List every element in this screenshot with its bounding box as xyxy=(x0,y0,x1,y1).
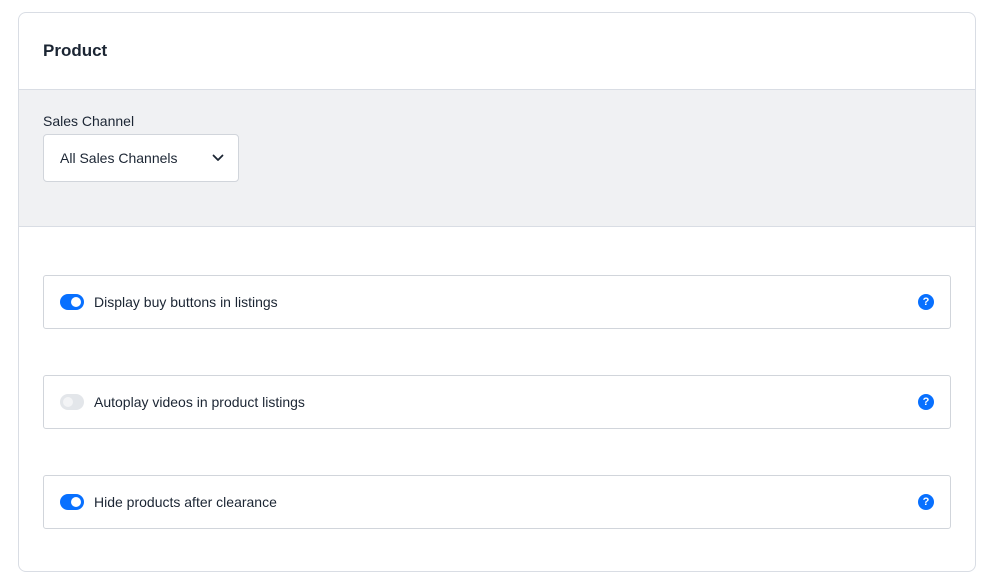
toggle-knob xyxy=(71,297,81,307)
help-icon[interactable]: ? xyxy=(918,494,934,510)
autoplay-videos-toggle[interactable] xyxy=(60,394,84,410)
chevron-down-icon xyxy=(212,152,224,164)
setting-hide-products-after-clearance: Hide products after clearance ? xyxy=(43,475,951,529)
toggle-knob xyxy=(63,397,73,407)
sales-channel-selected-value: All Sales Channels xyxy=(60,150,178,166)
display-buy-buttons-toggle[interactable] xyxy=(60,294,84,310)
sales-channel-toolbar: Sales Channel All Sales Channels xyxy=(19,90,975,227)
toggle-knob xyxy=(71,497,81,507)
settings-list: Display buy buttons in listings ? Autopl… xyxy=(19,227,975,529)
sales-channel-label: Sales Channel xyxy=(43,113,135,129)
sales-channel-select[interactable]: All Sales Channels xyxy=(43,134,239,182)
hide-products-toggle[interactable] xyxy=(60,494,84,510)
setting-display-buy-buttons: Display buy buttons in listings ? xyxy=(43,275,951,329)
product-settings-card: Product Sales Channel All Sales Channels… xyxy=(18,12,976,572)
setting-autoplay-videos: Autoplay videos in product listings ? xyxy=(43,375,951,429)
card-title: Product xyxy=(43,41,108,60)
setting-label: Hide products after clearance xyxy=(94,494,277,510)
card-header: Product xyxy=(19,13,975,90)
setting-label: Autoplay videos in product listings xyxy=(94,394,305,410)
help-icon[interactable]: ? xyxy=(918,294,934,310)
setting-label: Display buy buttons in listings xyxy=(94,294,278,310)
help-icon[interactable]: ? xyxy=(918,394,934,410)
